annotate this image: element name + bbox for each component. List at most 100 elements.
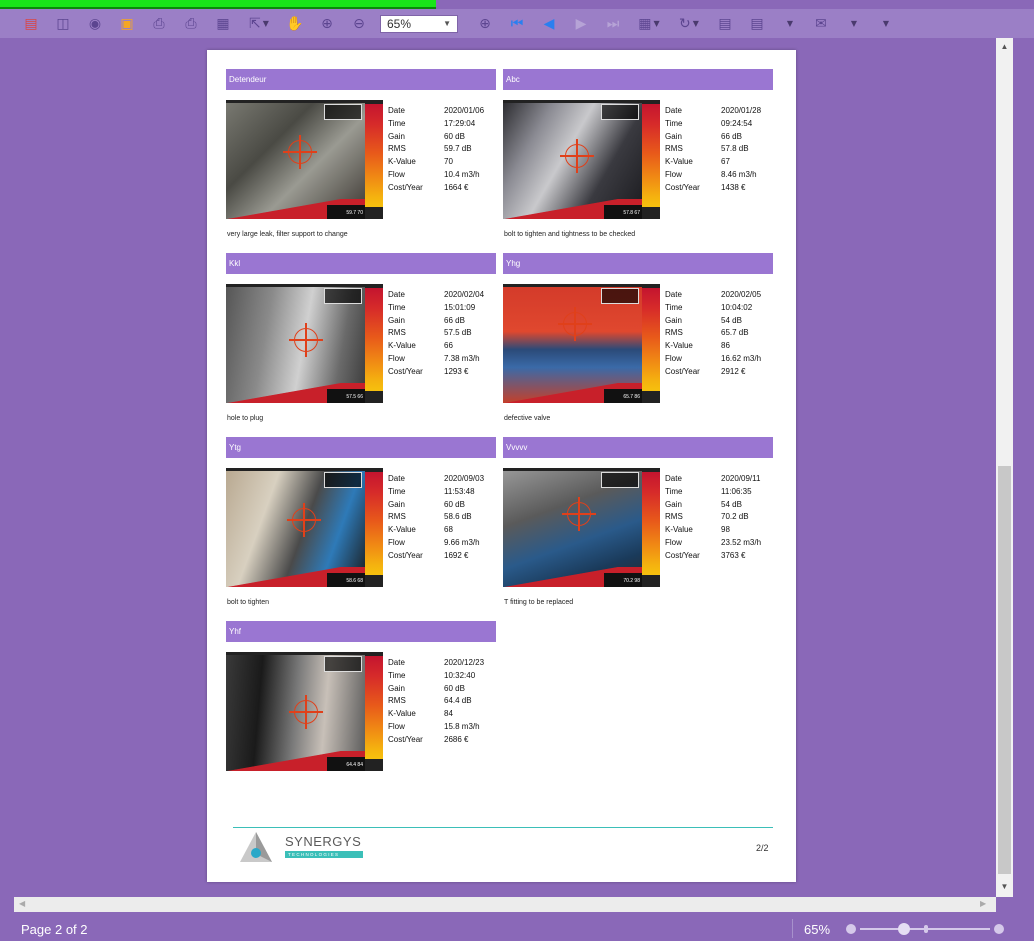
measurement-values: Date 2020/12/23 Time 10:32:40 Gain 60 dB RM…: [388, 657, 502, 747]
label-gain: Gain: [388, 131, 405, 141]
overflow-icon[interactable]: ▼: [874, 14, 896, 34]
value-kvalue: 70: [444, 157, 453, 167]
next-page-icon[interactable]: ▶: [570, 14, 592, 34]
document-icon[interactable]: ▤: [714, 14, 736, 34]
print-icon[interactable]: ⎙: [148, 14, 170, 34]
measurement-card: Abc 57.8 67 Date 2020/01/28 Time 09:24:54 …: [503, 69, 773, 238]
zoom-slider[interactable]: [846, 923, 1006, 935]
value-time: 09:24:54: [721, 118, 753, 128]
rotate-icon[interactable]: ↻ ▼: [674, 14, 704, 34]
previous-page-icon[interactable]: ◀: [538, 14, 560, 34]
value-flow: 16.62 m3/h: [721, 353, 762, 363]
measurement-values: Date 2020/02/04 Time 15:01:09 Gain 66 dB RM…: [388, 289, 502, 379]
card-caption: bolt to tighten: [227, 599, 270, 606]
label-flow: Flow: [388, 537, 405, 547]
scroll-right-icon[interactable]: ▶: [980, 899, 986, 908]
label-cost: Cost/Year: [388, 182, 423, 192]
zoom-slider-handle[interactable]: [898, 923, 910, 935]
label-flow: Flow: [665, 537, 682, 547]
label-gain: Gain: [665, 131, 682, 141]
fit-page-icon[interactable]: ⇱ ▼: [244, 14, 274, 34]
value-cost: 1664 €: [444, 182, 469, 192]
label-date: Date: [388, 474, 405, 483]
zoom-slider-default-mark: [924, 925, 928, 933]
hand-icon[interactable]: ✋: [284, 14, 306, 34]
card-caption: bolt to tighten and tightness to be chec…: [504, 231, 636, 238]
label-kvalue: K-Value: [388, 525, 416, 535]
horizontal-scrollbar[interactable]: ◀ ▶: [14, 897, 996, 912]
export-dropdown-icon[interactable]: ▼: [778, 14, 800, 34]
thermal-photo: 70.2 98: [503, 468, 660, 587]
value-rms: 70.2 dB: [721, 512, 749, 522]
print-setup-icon[interactable]: ⎙: [180, 14, 202, 34]
export-icon[interactable]: ▤: [746, 14, 768, 34]
last-page-icon[interactable]: ⏭: [602, 14, 624, 34]
value-gain: 54 dB: [721, 499, 742, 509]
card-title: Yhg: [503, 253, 773, 274]
value-cost: 2686 €: [444, 734, 469, 744]
page-number: 2/2: [756, 843, 769, 853]
value-date: 2020/09/03: [444, 474, 485, 483]
label-cost: Cost/Year: [665, 366, 700, 376]
binoculars-icon[interactable]: ◉: [84, 14, 106, 34]
vertical-scrollbar[interactable]: ▲ ▼: [996, 38, 1013, 897]
label-rms: RMS: [665, 512, 683, 522]
zoom-in-icon[interactable]: ⊕: [474, 14, 496, 34]
value-gain: 54 dB: [721, 315, 742, 325]
value-gain: 66 dB: [721, 131, 742, 141]
scroll-left-icon[interactable]: ◀: [19, 899, 25, 908]
footer-divider: [233, 827, 773, 828]
zoom-select[interactable]: 65% ▼: [380, 14, 458, 33]
thermal-photo: 65.7 86: [503, 284, 660, 403]
value-cost: 2912 €: [721, 366, 746, 376]
label-rms: RMS: [388, 512, 406, 522]
label-time: Time: [665, 486, 683, 496]
value-cost: 1293 €: [444, 366, 469, 376]
zoom-in-tool-icon[interactable]: ⊕: [316, 14, 338, 34]
label-time: Time: [388, 302, 406, 312]
value-flow: 9.66 m3/h: [444, 537, 480, 547]
value-flow: 7.38 m3/h: [444, 353, 480, 363]
label-rms: RMS: [388, 328, 406, 338]
card-caption: very large leak, filter support to chang…: [227, 231, 348, 238]
highlight-tag: [0, 0, 436, 9]
measurement-card: Detendeur 59.7 70 Date 2020/01/06 Time 17:…: [226, 69, 496, 238]
status-divider: [792, 919, 793, 938]
mail-dropdown-icon[interactable]: ▼: [842, 14, 864, 34]
label-kvalue: K-Value: [665, 157, 693, 167]
zoom-out-icon[interactable]: ⊖: [348, 14, 370, 34]
zoom-in-button[interactable]: [994, 924, 1004, 934]
value-gain: 60 dB: [444, 683, 465, 693]
db-readout: 70.2 98: [604, 573, 642, 587]
measurement-values: Date 2020/09/03 Time 11:53:48 Gain 60 dB RM…: [388, 473, 502, 563]
value-kvalue: 67: [721, 157, 730, 167]
brand-subtitle: TECHNOLOGIES: [285, 851, 363, 858]
db-readout: 64.4 84: [327, 757, 365, 771]
label-gain: Gain: [388, 315, 405, 325]
open-folder-icon[interactable]: ▣: [116, 14, 138, 34]
zoom-out-button[interactable]: [846, 924, 856, 934]
print-preview-icon[interactable]: ▦: [212, 14, 234, 34]
label-kvalue: K-Value: [665, 525, 693, 535]
scroll-up-icon[interactable]: ▲: [996, 42, 1013, 51]
value-flow: 10.4 m3/h: [444, 169, 480, 179]
value-kvalue: 86: [721, 341, 730, 351]
pdf-icon[interactable]: ▤: [20, 14, 42, 34]
value-flow: 23.52 m3/h: [721, 537, 762, 547]
card-title: Detendeur: [226, 69, 496, 90]
card-title: Kkl: [226, 253, 496, 274]
thermal-photo: 59.7 70: [226, 100, 383, 219]
mail-icon[interactable]: ✉: [810, 14, 832, 34]
first-page-icon[interactable]: ⏮: [506, 14, 528, 34]
value-rms: 59.7 dB: [444, 144, 472, 154]
label-cost: Cost/Year: [665, 182, 700, 192]
panels-icon[interactable]: ◫: [52, 14, 74, 34]
scroll-thumb[interactable]: [998, 466, 1011, 874]
value-date: 2020/02/05: [721, 290, 762, 299]
layout-icon[interactable]: ▦ ▼: [634, 14, 664, 34]
value-kvalue: 98: [721, 525, 730, 535]
thermal-photo: 58.6 68: [226, 468, 383, 587]
scroll-down-icon[interactable]: ▼: [996, 882, 1013, 891]
label-gain: Gain: [665, 499, 682, 509]
zoom-level: 65%: [804, 922, 831, 937]
